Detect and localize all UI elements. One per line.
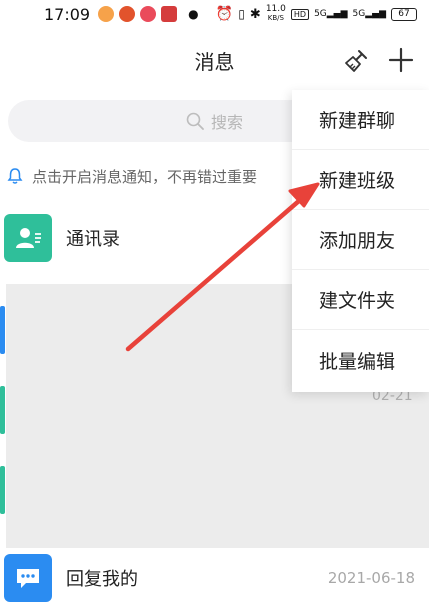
menu-item-add-friend[interactable]: 添加朋友 [292, 210, 429, 270]
messages-screen: 17:09 ● ⏰ ▯ ✱ 11.0 KB/S HD 5G▂▄▆ 5G▂▄▆ 6… [0, 0, 429, 612]
dot-icon: ● [188, 7, 199, 21]
app-notification-icon [98, 6, 115, 22]
status-bar: 17:09 ● ⏰ ▯ ✱ 11.0 KB/S HD 5G▂▄▆ 5G▂▄▆ 6… [0, 0, 429, 28]
conversation-avatar-edge[interactable] [0, 466, 5, 514]
bluetooth-icon: ✱ [249, 6, 261, 22]
plus-dropdown-menu: 新建群聊 新建班级 添加朋友 建文件夹 批量编辑 [292, 90, 429, 392]
contacts-label: 通讯录 [66, 229, 120, 250]
battery-icon: 67 [391, 7, 417, 21]
menu-item-new-class[interactable]: 新建班级 [292, 150, 429, 210]
app-notification-icon [119, 6, 136, 22]
reply-avatar [4, 554, 52, 602]
top-bar: 消息 [0, 28, 429, 92]
search-icon [186, 112, 204, 130]
app-notification-icon [161, 6, 178, 22]
plus-icon[interactable] [387, 46, 415, 74]
menu-item-new-group-chat[interactable]: 新建群聊 [292, 90, 429, 150]
reply-me-row[interactable]: 回复我的 2021-06-18 [0, 550, 429, 606]
chat-bubble-icon [17, 569, 39, 588]
menu-item-batch-edit[interactable]: 批量编辑 [292, 330, 429, 390]
search-placeholder: 搜索 [210, 113, 243, 132]
menu-item-new-folder[interactable]: 建文件夹 [292, 270, 429, 330]
network-speed: 11.0 KB/S [265, 4, 286, 23]
reply-label: 回复我的 [66, 569, 138, 590]
contacts-avatar [4, 214, 52, 262]
page-title: 消息 [194, 49, 235, 74]
hd-badge: HD [290, 8, 310, 20]
conversation-avatar-edge[interactable] [0, 306, 5, 354]
status-icons: ⏰ ▯ ✱ 11.0 KB/S HD 5G▂▄▆ 5G▂▄▆ 67 [216, 5, 417, 23]
status-time: 17:09 [44, 4, 91, 24]
conversation-avatar-edge[interactable] [0, 386, 5, 434]
bell-icon [7, 168, 23, 184]
reply-date: 2021-06-18 [327, 569, 415, 587]
signal-5g-icon: 5G▂▄▆ [314, 9, 348, 19]
vibrate-icon: ▯ [238, 7, 245, 21]
clear-broom-icon[interactable] [343, 48, 369, 74]
app-notification-icon [140, 6, 157, 22]
signal-5g-icon: 5G▂▄▆ [352, 9, 386, 19]
notification-text: 点击开启消息通知，不再错过重要 [32, 167, 258, 186]
alarm-icon: ⏰ [215, 6, 234, 22]
contact-book-icon [16, 228, 41, 248]
